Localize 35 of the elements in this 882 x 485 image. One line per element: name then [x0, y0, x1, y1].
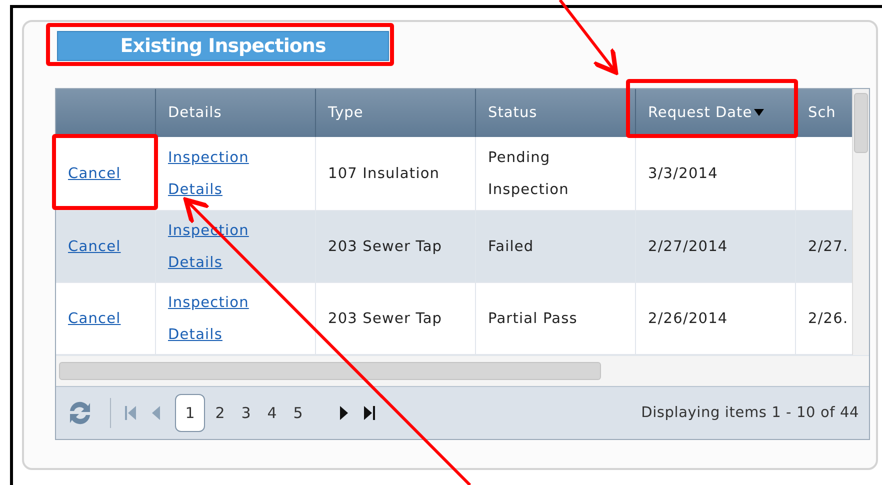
table-cell-text: Pending Inspection	[488, 148, 570, 200]
next-page-icon[interactable]	[339, 405, 349, 421]
table-cell-text: 203 Sewer Tap	[328, 310, 444, 328]
page-button[interactable]: 3	[235, 401, 257, 425]
table-cell-text: 2/27.	[808, 238, 848, 256]
vertical-scrollbar[interactable]	[852, 89, 869, 355]
table-cell-text: 2/26/2014	[648, 310, 728, 328]
page-button[interactable]: 5	[287, 401, 309, 425]
details-link[interactable]: Inspection Details	[168, 286, 308, 350]
pager-summary: Displaying items 1 - 10 of 44	[641, 405, 859, 421]
table-cell-text: 203 Sewer Tap	[328, 238, 444, 256]
table-cell-text: 107 Insulation	[328, 164, 441, 184]
column-header: Status	[476, 89, 636, 137]
column-header: Request Date	[636, 89, 796, 137]
sort-caret-icon	[754, 109, 764, 117]
page-button[interactable]: 4	[261, 401, 283, 425]
table-cell-text: 3/3/2014	[648, 164, 718, 184]
horizontal-scrollbar[interactable]	[56, 355, 869, 386]
column-header: Type	[316, 89, 476, 137]
last-page-icon[interactable]	[363, 405, 375, 421]
first-page-icon[interactable]	[125, 405, 137, 421]
column-header: Details	[156, 89, 316, 137]
table-cell-text: Failed	[488, 238, 535, 256]
table-cell-text: 2/27/2014	[648, 238, 728, 256]
table-cell-text: Partial Pass	[488, 310, 578, 328]
previous-page-icon[interactable]	[151, 405, 161, 421]
column-header: Sch	[796, 89, 852, 137]
details-link[interactable]: Inspection Details	[168, 142, 308, 206]
panel-title: Existing Inspections	[57, 31, 389, 61]
cancel-link[interactable]: Cancel	[68, 230, 121, 262]
table-cell-text: 2/26.	[808, 310, 848, 328]
page-button[interactable]: 2	[209, 401, 231, 425]
page-button[interactable]: 1	[175, 394, 205, 432]
cancel-link[interactable]: Cancel	[68, 302, 121, 334]
cancel-link[interactable]: Cancel	[68, 158, 121, 190]
